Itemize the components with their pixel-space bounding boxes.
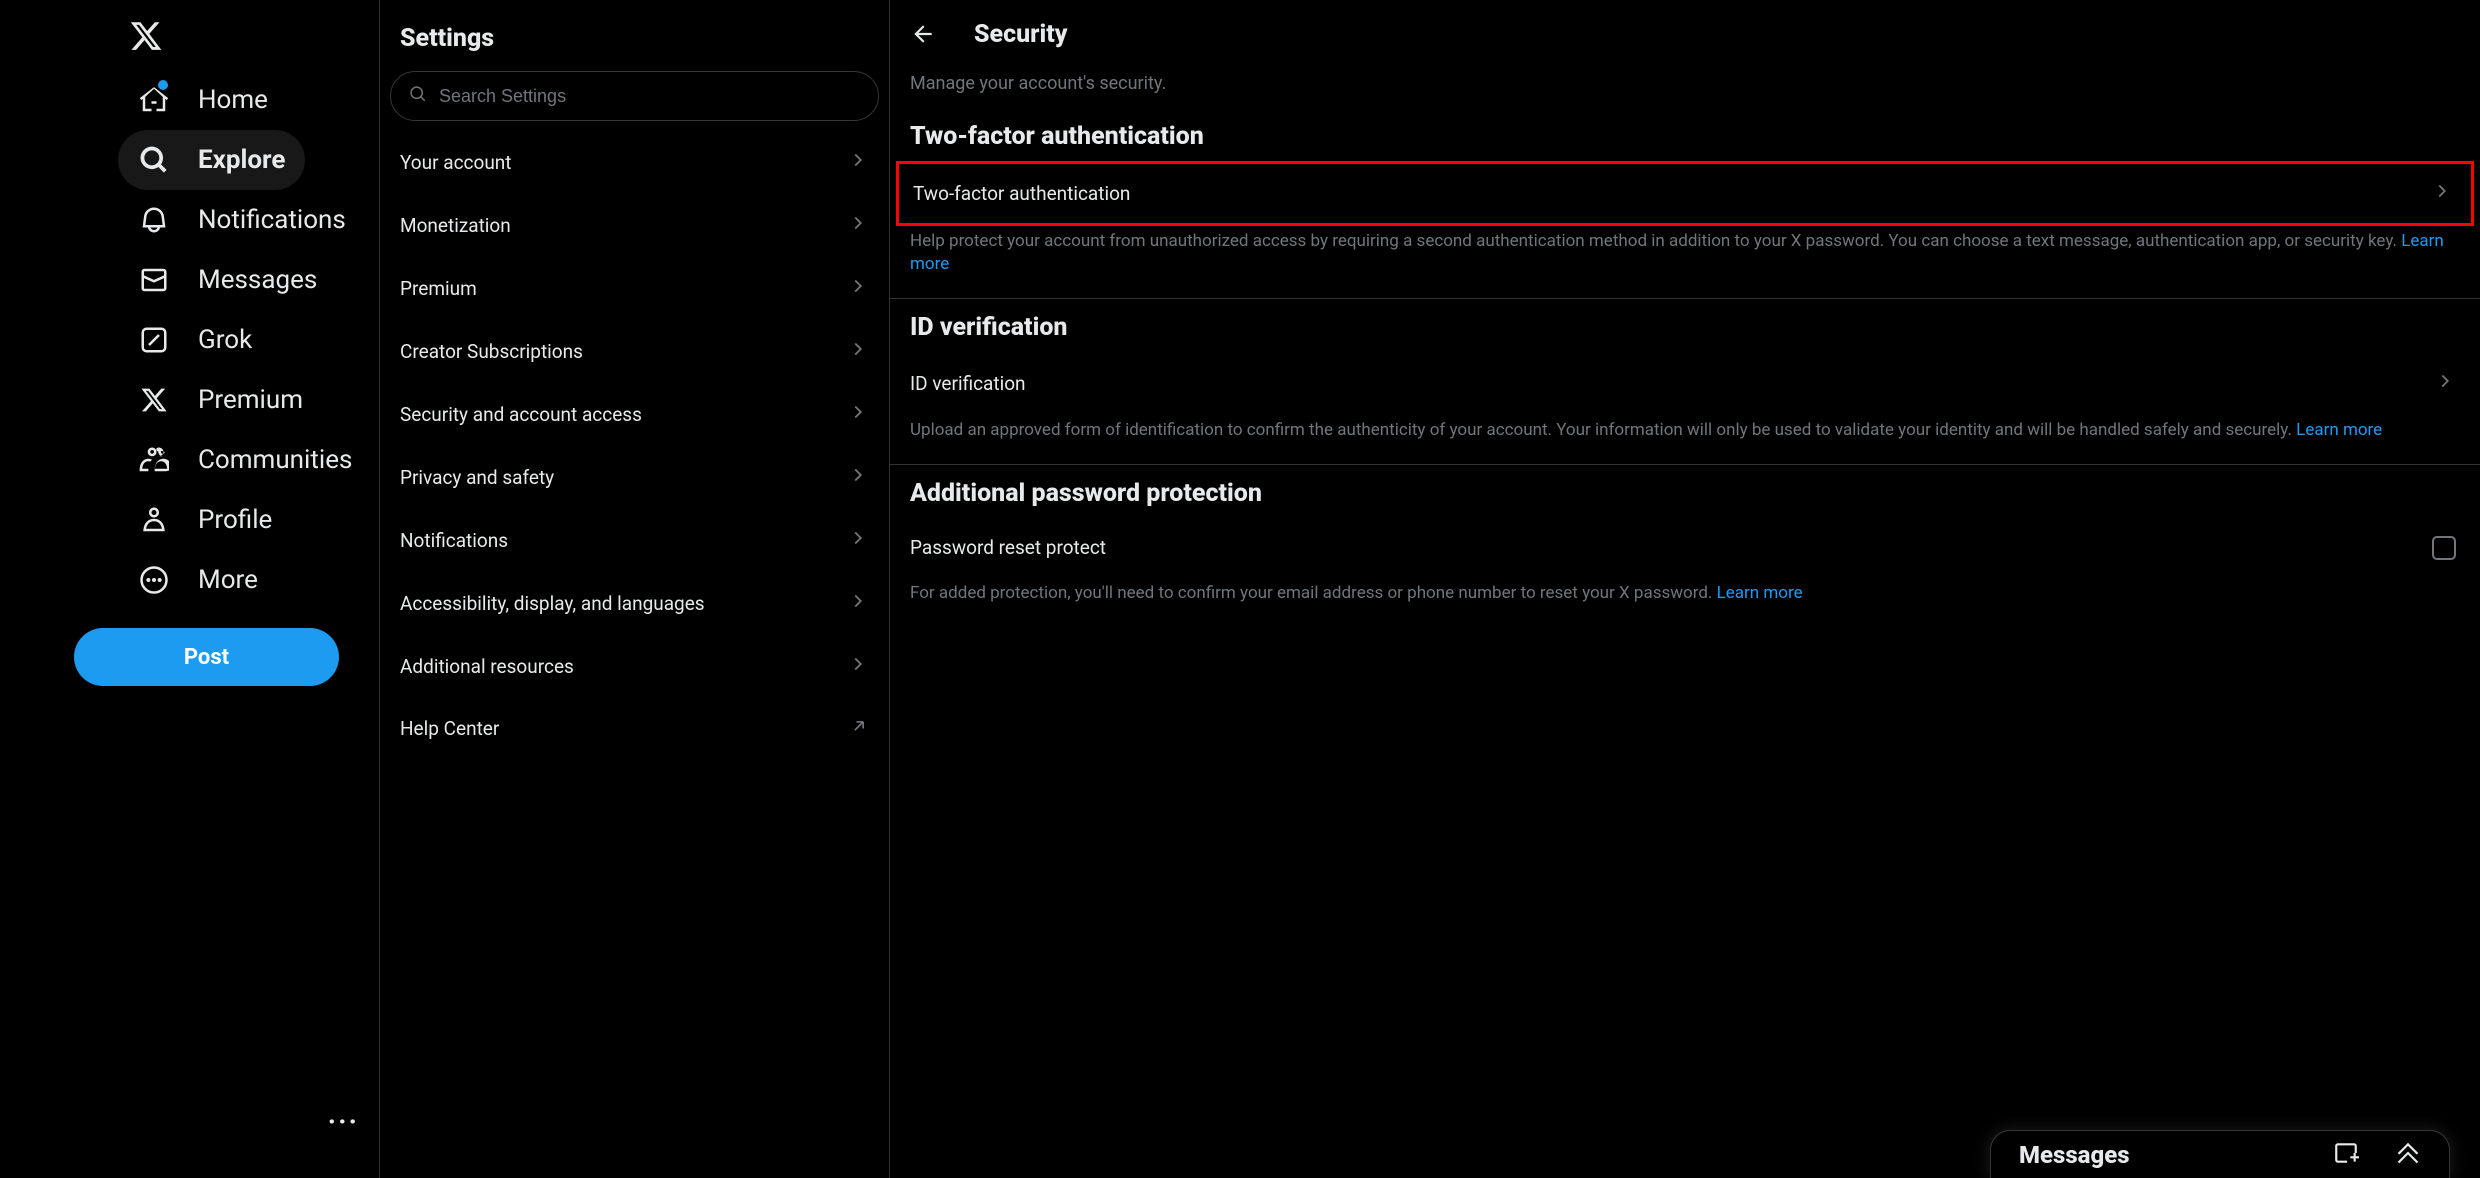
external-link-icon	[849, 716, 869, 741]
settings-item-your-account[interactable]: Your account	[380, 131, 889, 194]
chevron-right-icon	[847, 212, 869, 239]
help-text-app: For added protection, you'll need to con…	[890, 578, 2480, 627]
settings-column: Settings Your account Monetization Premi…	[380, 0, 890, 1178]
chevron-right-icon	[2431, 180, 2453, 207]
page-subtitle: Manage your account's security.	[890, 67, 2480, 108]
settings-item-help-center[interactable]: Help Center	[380, 698, 889, 759]
sidebar-item-label: Explore	[198, 145, 285, 175]
sidebar-item-more[interactable]: More	[118, 550, 278, 610]
sidebar-item-communities[interactable]: Communities	[118, 430, 372, 490]
detail-header: Security	[890, 10, 2480, 67]
messages-drawer[interactable]: Messages	[1990, 1130, 2450, 1178]
search-icon	[409, 85, 427, 107]
sidebar-item-explore[interactable]: Explore	[118, 130, 305, 190]
chevron-right-icon	[2434, 370, 2456, 397]
chevron-right-icon	[847, 653, 869, 680]
row-id-verification[interactable]: ID verification	[890, 352, 2480, 415]
post-button-label: Post	[184, 645, 229, 670]
row-label: ID verification	[910, 372, 1026, 395]
settings-title: Settings	[380, 10, 889, 71]
chevron-right-icon	[847, 149, 869, 176]
settings-item-label: Notifications	[400, 529, 508, 552]
settings-item-label: Security and account access	[400, 403, 642, 426]
back-button[interactable]	[910, 21, 938, 49]
help-text-twofa: Help protect your account from unauthori…	[890, 226, 2480, 298]
new-message-icon[interactable]	[2333, 1140, 2359, 1170]
chevron-right-icon	[847, 527, 869, 554]
profile-icon	[138, 504, 170, 536]
settings-item-creator-subscriptions[interactable]: Creator Subscriptions	[380, 320, 889, 383]
x-logo[interactable]	[118, 8, 174, 64]
grok-icon	[138, 324, 170, 356]
row-label: Password reset protect	[910, 536, 1106, 559]
mail-icon	[138, 264, 170, 296]
section-heading-idv: ID verification	[890, 299, 2480, 352]
chevron-right-icon	[847, 590, 869, 617]
sidebar-item-notifications[interactable]: Notifications	[118, 190, 366, 250]
chevron-right-icon	[847, 401, 869, 428]
row-password-reset-protect: Password reset protect	[890, 518, 2480, 578]
messages-drawer-title: Messages	[2019, 1141, 2130, 1169]
communities-icon	[138, 444, 170, 476]
x-premium-icon	[138, 384, 170, 416]
help-text-idv: Upload an approved form of identificatio…	[890, 415, 2480, 464]
settings-item-accessibility[interactable]: Accessibility, display, and languages	[380, 572, 889, 635]
page-title: Security	[974, 20, 1068, 49]
section-heading-app: Additional password protection	[890, 465, 2480, 518]
post-button[interactable]: Post	[74, 628, 339, 686]
sidebar-item-profile[interactable]: Profile	[118, 490, 292, 550]
settings-item-label: Privacy and safety	[400, 466, 554, 489]
section-heading-twofa: Two-factor authentication	[890, 108, 2480, 161]
settings-item-privacy[interactable]: Privacy and safety	[380, 446, 889, 509]
sidebar-item-home[interactable]: Home	[118, 70, 288, 130]
search-settings-input[interactable]	[439, 86, 860, 107]
sidebar-item-label: Grok	[198, 325, 252, 355]
row-two-factor-auth[interactable]: Two-factor authentication	[896, 161, 2474, 226]
settings-item-label: Accessibility, display, and languages	[400, 592, 705, 615]
chevron-right-icon	[847, 275, 869, 302]
sidebar-item-label: Notifications	[198, 205, 346, 235]
sidebar-item-grok[interactable]: Grok	[118, 310, 272, 370]
notification-dot	[158, 80, 168, 90]
chevron-right-icon	[847, 338, 869, 365]
sidebar-item-label: Messages	[198, 265, 317, 295]
learn-more-link-app[interactable]: Learn more	[1717, 583, 1803, 603]
sidebar-item-label: Communities	[198, 445, 352, 475]
row-label: Two-factor authentication	[913, 182, 1130, 205]
settings-item-monetization[interactable]: Monetization	[380, 194, 889, 257]
settings-item-label: Help Center	[400, 717, 499, 740]
settings-item-label: Monetization	[400, 214, 511, 237]
sidebar-item-label: Premium	[198, 385, 303, 415]
settings-item-security-access[interactable]: Security and account access	[380, 383, 889, 446]
bell-icon	[138, 204, 170, 236]
expand-drawer-icon[interactable]	[2395, 1140, 2421, 1170]
settings-item-label: Your account	[400, 151, 512, 174]
more-circle-icon	[138, 564, 170, 596]
password-reset-protect-checkbox[interactable]	[2432, 536, 2456, 560]
search-settings-box[interactable]	[390, 71, 879, 121]
sidebar-item-messages[interactable]: Messages	[118, 250, 337, 310]
primary-sidebar: Home Explore Notifications Messages Grok…	[0, 0, 380, 1178]
settings-item-label: Creator Subscriptions	[400, 340, 583, 363]
settings-item-premium[interactable]: Premium	[380, 257, 889, 320]
sidebar-item-premium[interactable]: Premium	[118, 370, 323, 430]
sidebar-item-label: Home	[198, 85, 268, 115]
settings-item-notifications[interactable]: Notifications	[380, 509, 889, 572]
account-menu[interactable]: ···	[328, 1105, 359, 1138]
detail-column: Security Manage your account's security.…	[890, 0, 2480, 1178]
sidebar-item-label: More	[198, 565, 258, 595]
sidebar-item-label: Profile	[198, 505, 272, 535]
settings-item-label: Premium	[400, 277, 477, 300]
chevron-right-icon	[847, 464, 869, 491]
search-icon	[138, 144, 170, 176]
settings-item-label: Additional resources	[400, 655, 574, 678]
learn-more-link-idv[interactable]: Learn more	[2296, 420, 2382, 440]
settings-item-additional-resources[interactable]: Additional resources	[380, 635, 889, 698]
